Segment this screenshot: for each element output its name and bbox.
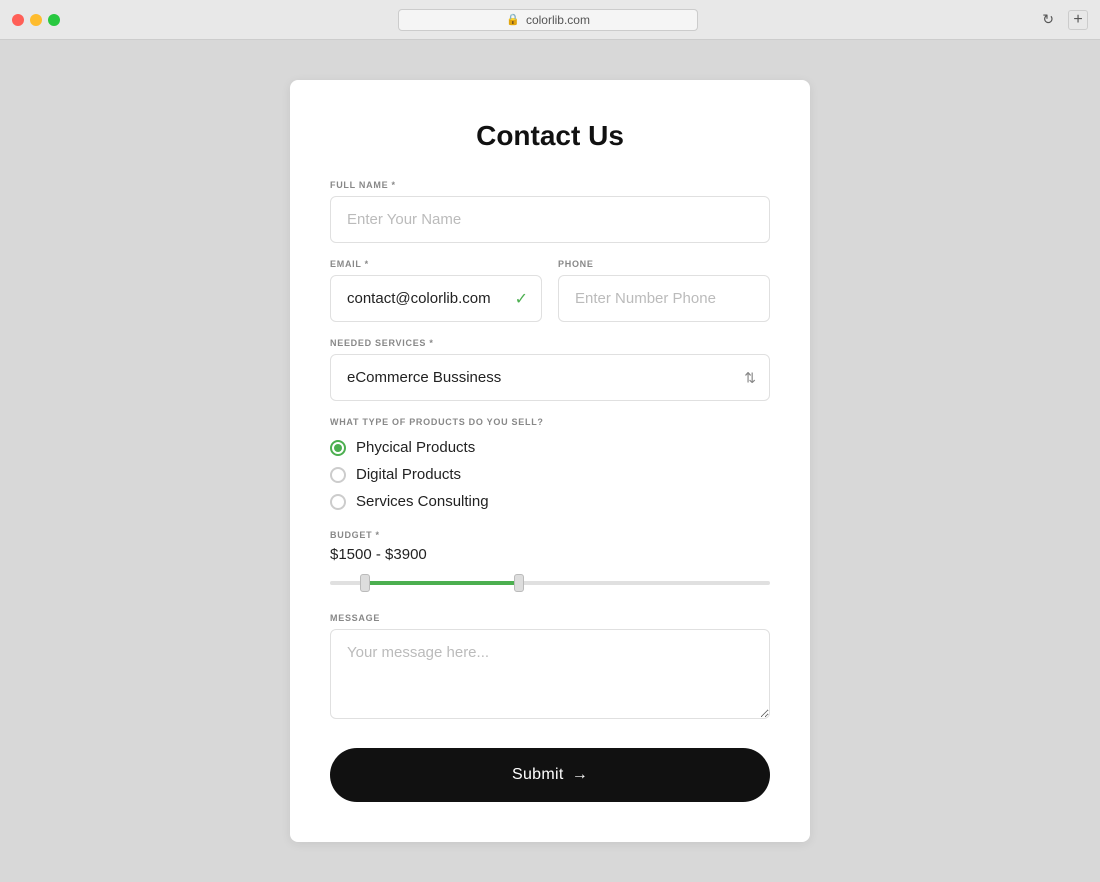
lock-icon: 🔒 [506, 13, 520, 26]
services-select[interactable]: eCommerce Bussiness Web Design SEO Marke… [330, 354, 770, 401]
budget-slider-container [330, 573, 770, 593]
services-label: NEEDED SERVICES * [330, 338, 770, 348]
maximize-button[interactable] [48, 14, 60, 26]
full-name-group: FULL NAME * [330, 180, 770, 243]
phone-group: PHONE [558, 259, 770, 322]
slider-thumb-right[interactable] [514, 574, 524, 592]
radio-services-label: Services Consulting [356, 493, 489, 510]
submit-arrow-icon: → [572, 766, 588, 784]
refresh-button[interactable]: ↻ [1036, 9, 1060, 30]
budget-section: BUDGET * $1500 - $3900 [330, 530, 770, 593]
radio-physical[interactable]: Phycical Products [330, 439, 770, 456]
email-check-icon: ✓ [515, 289, 528, 309]
address-bar: 🔒 colorlib.com [68, 9, 1028, 31]
browser-content: Contact Us FULL NAME * EMAIL * ✓ PHONE N… [0, 40, 1100, 882]
message-label: MESSAGE [330, 613, 770, 623]
full-name-label: FULL NAME * [330, 180, 770, 190]
budget-label: BUDGET * [330, 530, 770, 540]
submit-button[interactable]: Submit → [330, 748, 770, 802]
submit-label: Submit [512, 766, 564, 784]
radio-digital[interactable]: Digital Products [330, 466, 770, 483]
product-type-group: WHAT TYPE OF PRODUCTS DO YOU SELL? Phyci… [330, 417, 770, 510]
budget-value: $1500 - $3900 [330, 546, 770, 563]
full-name-input[interactable] [330, 196, 770, 243]
radio-services[interactable]: Services Consulting [330, 493, 770, 510]
message-textarea[interactable] [330, 629, 770, 719]
browser-chrome: 🔒 colorlib.com ↻ + [0, 0, 1100, 40]
phone-label: PHONE [558, 259, 770, 269]
radio-services-input[interactable] [330, 494, 346, 510]
email-input[interactable] [330, 275, 542, 322]
message-group: MESSAGE [330, 613, 770, 724]
contact-form-card: Contact Us FULL NAME * EMAIL * ✓ PHONE N… [290, 80, 810, 842]
radio-physical-dot [334, 444, 342, 452]
url-bar[interactable]: 🔒 colorlib.com [398, 9, 698, 31]
slider-track [330, 581, 770, 585]
services-group: NEEDED SERVICES * eCommerce Bussiness We… [330, 338, 770, 401]
email-group: EMAIL * ✓ [330, 259, 542, 322]
slider-thumb-left[interactable] [360, 574, 370, 592]
radio-digital-label: Digital Products [356, 466, 461, 483]
radio-physical-input[interactable] [330, 440, 346, 456]
url-text: colorlib.com [526, 13, 590, 27]
email-wrapper: ✓ [330, 275, 542, 322]
new-tab-button[interactable]: + [1068, 10, 1088, 30]
slider-fill [365, 581, 519, 585]
form-title: Contact Us [330, 120, 770, 152]
product-type-question: WHAT TYPE OF PRODUCTS DO YOU SELL? [330, 417, 770, 427]
radio-physical-label: Phycical Products [356, 439, 475, 456]
minimize-button[interactable] [30, 14, 42, 26]
radio-digital-input[interactable] [330, 467, 346, 483]
services-select-wrapper: eCommerce Bussiness Web Design SEO Marke… [330, 354, 770, 401]
email-label: EMAIL * [330, 259, 542, 269]
phone-input[interactable] [558, 275, 770, 322]
email-phone-row: EMAIL * ✓ PHONE [330, 259, 770, 322]
traffic-lights [12, 14, 60, 26]
close-button[interactable] [12, 14, 24, 26]
